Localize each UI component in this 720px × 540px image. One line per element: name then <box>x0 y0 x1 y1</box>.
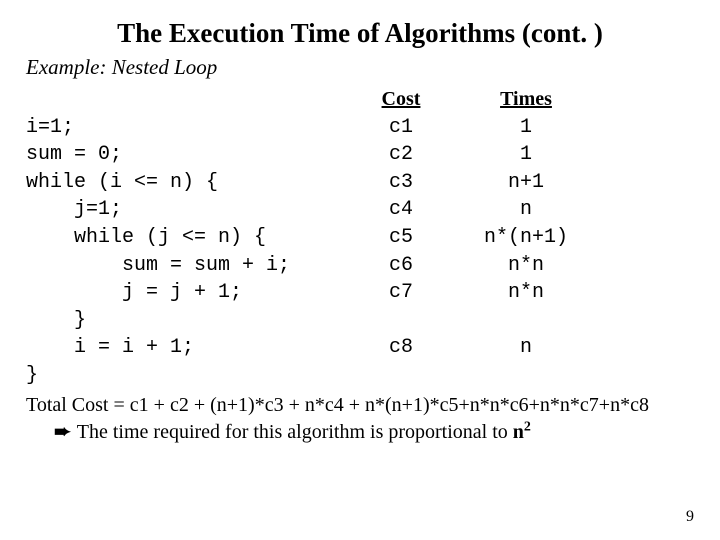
conclusion-exp: 2 <box>524 419 531 434</box>
cost-cell: c7 <box>346 279 456 307</box>
code-line: sum = 0; <box>26 141 346 169</box>
cost-cell: c4 <box>346 196 456 224</box>
times-cell: n*n <box>456 279 596 307</box>
code-line: i=1; <box>26 114 346 142</box>
slide-title: The Execution Time of Algorithms (cont. … <box>26 18 694 49</box>
times-cell: n+1 <box>456 169 596 197</box>
conclusion-text: The time required for this algorithm is … <box>77 421 513 443</box>
cost-cell: c3 <box>346 169 456 197</box>
total-expression: c1 + c2 + (n+1)*c3 + n*c4 + n*(n+1)*c5+n… <box>130 394 649 416</box>
code-line: } <box>26 307 346 335</box>
cost-cell <box>346 307 456 335</box>
code-line: i = i + 1; <box>26 334 346 362</box>
cost-cell: c5 <box>346 224 456 252</box>
times-cell: n*(n+1) <box>456 224 596 252</box>
header-cost: Cost <box>346 86 456 114</box>
arrow-icon: ➨ <box>54 421 71 443</box>
cost-cell <box>346 362 456 390</box>
total-cost-line: Total Cost = c1 + c2 + (n+1)*c3 + n*c4 +… <box>26 394 694 417</box>
slide-subtitle: Example: Nested Loop <box>26 55 694 80</box>
cost-cell: c2 <box>346 141 456 169</box>
code-line: j = j + 1; <box>26 279 346 307</box>
cost-cell: c1 <box>346 114 456 142</box>
code-line: sum = sum + i; <box>26 252 346 280</box>
times-cell: 1 <box>456 141 596 169</box>
times-cell: n*n <box>456 252 596 280</box>
total-prefix: Total Cost = <box>26 394 130 416</box>
code-line: while (j <= n) { <box>26 224 346 252</box>
times-cell: 1 <box>456 114 596 142</box>
code-line: } <box>26 362 346 390</box>
conclusion-n: n <box>513 421 524 443</box>
cost-times-table: Cost Times i=1; c1 1 sum = 0; c2 1 while… <box>26 86 694 390</box>
code-line: while (i <= n) { <box>26 169 346 197</box>
times-cell <box>456 362 596 390</box>
times-cell: n <box>456 334 596 362</box>
times-cell: n <box>456 196 596 224</box>
cost-cell: c8 <box>346 334 456 362</box>
cost-cell: c6 <box>346 252 456 280</box>
header-times: Times <box>456 86 596 114</box>
times-cell <box>456 307 596 335</box>
conclusion-line: ➨ The time required for this algorithm is… <box>26 419 694 444</box>
page-number: 9 <box>686 508 694 526</box>
code-line: j=1; <box>26 196 346 224</box>
